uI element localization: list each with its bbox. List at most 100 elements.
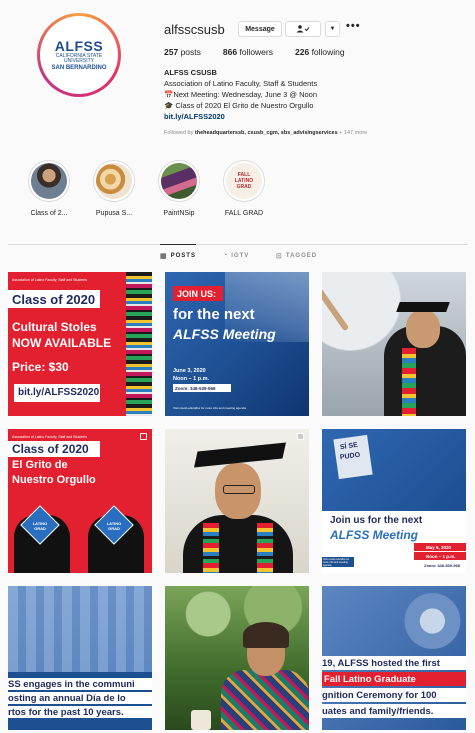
post-tile-outdoor-portrait[interactable]	[165, 586, 309, 730]
post-title: Class of 2020	[12, 442, 89, 456]
post-line-1: El Grito de	[12, 459, 68, 471]
stole-left	[203, 523, 219, 573]
post-line-1: Cultural Stoles	[12, 320, 97, 334]
stole	[402, 348, 416, 416]
highlight-class-of-2020[interactable]: Class of 2...	[14, 160, 84, 217]
highlight-label: FALL GRAD	[224, 210, 264, 217]
post-tile-cultural-stoles[interactable]: Association of Latino Faculty, Staff and…	[8, 272, 152, 416]
post-date: May 6, 2020	[426, 544, 452, 550]
profile-bio: ALFSS CSUSB Association of Latino Facult…	[164, 67, 464, 122]
post-line-1: SS engages in the communi	[8, 679, 135, 690]
carousel-icon	[140, 433, 147, 440]
face	[406, 310, 440, 348]
post-line-2: ALFSS Meeting	[173, 326, 276, 342]
post-footnote: Visit csusb.edu/alfss for more info and …	[173, 406, 246, 410]
post-line-2: ALFSS Meeting	[330, 528, 419, 542]
post-line-2: osting an annual Día de lo	[8, 693, 126, 704]
following-button[interactable]	[285, 21, 321, 37]
tab-tagged[interactable]: ⊡ TAGGED	[276, 252, 317, 260]
bio-line-2: 📅Next Meeting: Wednesday, June 3 @ Noon	[164, 90, 318, 99]
grad-cap	[396, 302, 450, 312]
highlight-label: Pupusa S...	[95, 210, 133, 217]
bio-name: ALFSS CSUSB	[164, 68, 217, 77]
post-line-3: gnition Ceremony for 100	[322, 690, 437, 701]
igtv-icon: ◔	[223, 252, 229, 259]
serape-stripe	[126, 272, 152, 416]
tagged-icon: ⊡	[276, 253, 283, 260]
profile-tabs: ▦ POSTS ◔ IGTV ⊡ TAGGED	[0, 244, 475, 268]
highlight-cover: FALL LATINO GRAD	[226, 163, 262, 199]
highlight-cover	[31, 163, 67, 199]
alfss-logo: ALFSS CALIFORNIA STATE UNIVERSITY SAN BE…	[43, 19, 115, 91]
post-date: June 3, 2020	[173, 368, 206, 374]
highlight-fall-grad[interactable]: FALL LATINO GRAD FALL GRAD	[209, 160, 279, 217]
post-line-1: Join us for the next	[330, 515, 423, 526]
message-button[interactable]: Message	[238, 21, 282, 37]
coffee-cup	[191, 710, 211, 730]
bio-link[interactable]: bit.ly/ALFSS2020	[164, 111, 464, 122]
bio-line-1: Association of Latino Faculty, Staff & S…	[164, 79, 318, 88]
post-line-2: NOW AVAILABLE	[12, 336, 112, 350]
post-tile-fall-latino-graduate[interactable]: 19, ALFSS hosted the first Fall Latino G…	[322, 586, 466, 730]
hair	[243, 622, 289, 648]
post-line-2: Fall Latino Graduate	[324, 674, 416, 685]
profile-stats: 257 posts 866 followers 226 following	[164, 47, 345, 57]
tab-posts[interactable]: ▦ POSTS	[160, 244, 196, 260]
logo-sub2: SAN BERNARDINO	[51, 65, 107, 71]
post-line-4: uates and family/friends.	[322, 706, 434, 717]
carousel-icon	[297, 433, 304, 440]
highlight-label: Class of 2...	[30, 210, 68, 217]
post-tile-meeting-june[interactable]: JOIN US: for the next ALFSS Meeting June…	[165, 272, 309, 416]
post-tile-meeting-may[interactable]: SÍ SE PUDO Join us for the next ALFSS Me…	[322, 429, 466, 573]
highlight-paintnsip[interactable]: PaintNSip	[144, 160, 214, 217]
post-line-1: for the next	[173, 306, 255, 323]
suggestions-dropdown-button[interactable]: ▼	[325, 21, 340, 37]
post-header: Association of Latino Faculty, Staff and…	[12, 278, 87, 282]
post-tile-el-grito[interactable]: Association of Latino Faculty, Staff and…	[8, 429, 152, 573]
profile-username: alfsscsusb	[164, 22, 225, 37]
post-line-1: 19, ALFSS hosted the first	[322, 658, 440, 669]
bio-line-3: 🎓 Class of 2020 El Grito de Nuestro Orgu…	[164, 101, 314, 110]
person-check-icon	[296, 25, 310, 33]
highlight-cover	[96, 163, 132, 199]
profile-header: ALFSS CALIFORNIA STATE UNIVERSITY SAN BE…	[0, 0, 475, 150]
posts-count: 257 posts	[164, 47, 201, 57]
post-zoom: Zoom: 348-539-968	[175, 385, 216, 391]
story-highlights: Class of 2... Pupusa S... PaintNSip FALL…	[0, 160, 475, 230]
post-link: bit.ly/ALFSS2020	[18, 387, 100, 398]
post-footnote: Visit csusb.edu/alfss for more info and …	[323, 558, 350, 567]
logo-sub: CALIFORNIA STATE UNIVERSITY	[55, 53, 103, 64]
post-time: Noon – 1 p.m.	[173, 376, 210, 382]
post-tile-dia-de-los-muertos[interactable]: SS engages in the communi osting an annu…	[8, 586, 152, 730]
cap-text-right: LATINO GRAD	[106, 521, 122, 531]
cap-text-left: LATINO GRAD	[32, 521, 48, 531]
post-zoom: Zoom: 348-539-968	[424, 563, 461, 568]
followed-by[interactable]: Followed by theheadquarterssb, csusb_cgm…	[164, 130, 367, 136]
post-line-3: rtos for the past 10 years.	[8, 707, 124, 718]
highlight-cover-text: FALL LATINO GRAD	[234, 172, 254, 190]
post-header: Association of Latino Faculty, Staff and…	[12, 435, 87, 439]
tab-igtv[interactable]: ◔ IGTV	[223, 252, 249, 259]
graduates-photo	[382, 586, 466, 656]
stole-right	[257, 523, 273, 573]
post-time: Noon – 1 p.m.	[426, 553, 456, 559]
following-count[interactable]: 226 following	[295, 47, 345, 57]
post-price: Price: $30	[12, 360, 69, 374]
logo-word: ALFSS	[54, 38, 104, 54]
floral-blouse	[221, 670, 309, 730]
post-join: JOIN US:	[177, 289, 217, 299]
profile-avatar[interactable]: ALFSS CALIFORNIA STATE UNIVERSITY SAN BE…	[37, 13, 121, 97]
post-tile-graduate-smile[interactable]	[165, 429, 309, 573]
highlight-pupusa[interactable]: Pupusa S...	[79, 160, 149, 217]
post-line-2: Nuestro Orgullo	[12, 474, 96, 486]
event-photo	[8, 586, 152, 672]
post-tile-graduate-photo[interactable]	[322, 272, 466, 416]
triangle-down-icon: ▼	[329, 26, 336, 32]
highlight-label: PaintNSip	[163, 210, 195, 217]
post-title: Class of 2020	[12, 292, 96, 307]
glasses	[223, 485, 255, 494]
grid-icon: ▦	[160, 253, 168, 260]
highlight-cover	[161, 163, 197, 199]
more-options-button[interactable]: •••	[346, 20, 361, 32]
followers-count[interactable]: 866 followers	[223, 47, 273, 57]
